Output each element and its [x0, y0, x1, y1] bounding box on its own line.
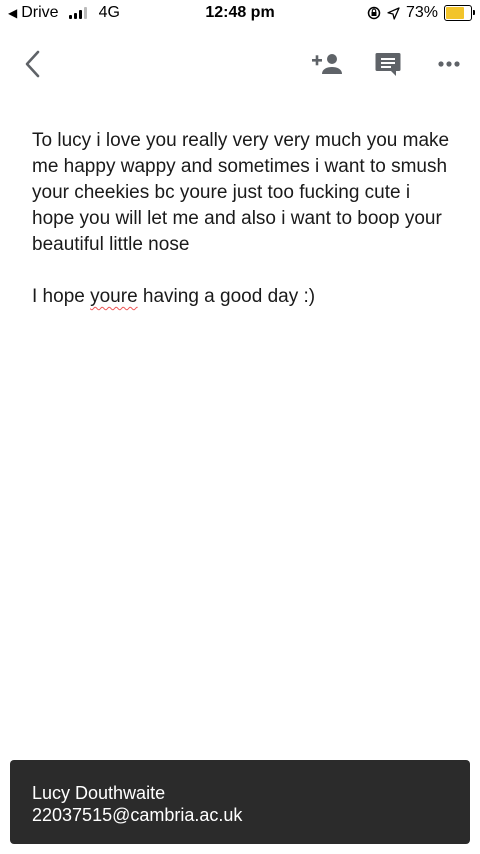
paragraph-text: I hope	[32, 286, 91, 307]
add-person-button[interactable]	[306, 40, 348, 88]
comment-icon	[375, 53, 401, 76]
contact-snackbar[interactable]: Lucy Douthwaite 22037515@cambria.ac.uk	[10, 760, 470, 844]
comment-button[interactable]	[367, 40, 409, 88]
more-options-button[interactable]	[428, 40, 470, 88]
document-paragraph: I hope youre having a good day :)	[32, 284, 452, 310]
back-chevron-icon	[25, 50, 40, 78]
contact-email: 22037515@cambria.ac.uk	[32, 805, 243, 825]
misspelled-word[interactable]: youre	[90, 286, 138, 307]
orientation-lock-icon	[367, 6, 381, 20]
paragraph-text: having a good day :)	[137, 286, 316, 307]
more-dots-icon	[438, 61, 460, 67]
status-right: 73%	[367, 4, 475, 22]
back-button[interactable]	[12, 40, 52, 88]
location-arrow-icon	[387, 6, 400, 20]
battery-percent: 73%	[405, 4, 438, 21]
battery-icon	[444, 5, 475, 21]
document-toolbar	[0, 40, 480, 88]
status-bar: ◀ Drive 4G 12:48 pm 73%	[0, 0, 480, 28]
document-body[interactable]: To lucy i love you really very very much…	[32, 128, 452, 310]
document-paragraph: To lucy i love you really very very much…	[32, 130, 450, 255]
contact-name: Lucy Douthwaite	[32, 783, 166, 803]
battery-fill	[446, 7, 464, 19]
add-person-icon	[312, 54, 342, 74]
